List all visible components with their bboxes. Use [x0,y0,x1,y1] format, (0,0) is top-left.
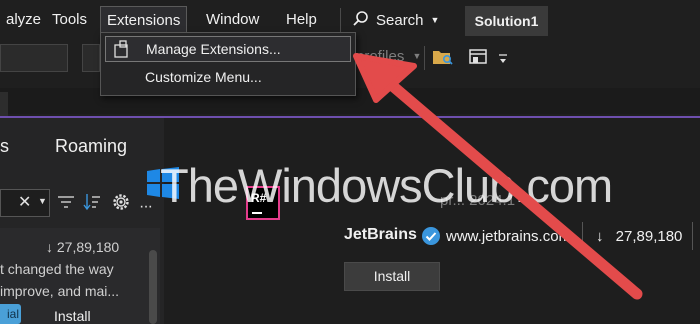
trial-badge: ial [0,304,21,324]
gear-icon[interactable] [111,192,131,216]
install-button-list[interactable]: Install [54,308,91,324]
menu-divider [340,8,341,32]
description-line-2: improve, and mai... [0,283,120,299]
chevron-down-icon[interactable]: ▼ [38,196,47,206]
detail-download-row: ↓ 27,89,180 [596,228,682,245]
window-layout-icon[interactable] [468,47,490,67]
folder-search-icon[interactable] [432,47,454,67]
menu-tools[interactable]: Tools [46,6,93,34]
platform-dropdown[interactable] [82,44,100,72]
profiles-dropdown[interactable]: profiles ▼ [356,48,421,65]
configuration-dropdown[interactable] [0,44,68,72]
download-count: 27,89,180 [56,239,120,255]
menu-window[interactable]: Window [200,6,265,34]
publisher-link[interactable]: www.jetbrains.com [446,228,571,245]
menu-item-customize-menu[interactable]: Customize Menu... [105,65,349,89]
filter-icon[interactable] [58,195,74,213]
menu-item-label: Manage Extensions... [146,41,281,57]
toolbar-divider [424,46,425,70]
download-count-row: ↓ 27,89,180 [46,239,119,255]
chevron-down-icon: ▼ [430,15,440,25]
watermark-text: TheWindowsClub.com [160,159,613,212]
download-icon: ↓ [596,228,604,245]
manage-extensions-icon [114,40,128,58]
menu-help[interactable]: Help [280,6,323,34]
detail-divider [582,222,583,250]
menu-item-label: Customize Menu... [145,69,262,85]
search-button[interactable]: Search ▼ [352,6,439,34]
install-button[interactable]: Install [344,262,440,291]
detail-divider-2 [692,222,693,250]
document-tab[interactable] [0,92,8,116]
extension-detail-pane [164,118,700,324]
detail-download-count: 27,89,180 [615,228,683,245]
solution-badge[interactable]: Solution1 [465,6,548,36]
scrollbar-thumb[interactable] [149,250,157,324]
extensions-menu: Manage Extensions... Customize Menu... [100,32,356,96]
search-icon [353,11,368,26]
profiles-label: profiles [356,48,405,65]
chevron-down-icon: ▼ [412,51,422,61]
search-label: Search [376,12,424,29]
clear-icon[interactable]: ✕ [18,192,31,212]
tab-installed[interactable]: s [0,136,9,157]
toolbar-overflow-icon[interactable] [498,52,508,70]
tab-roaming[interactable]: Roaming [55,136,127,157]
verified-icon [422,227,440,245]
publisher-name: JetBrains [344,226,417,243]
menu-analyze[interactable]: alyze [0,6,47,34]
menu-item-manage-extensions[interactable]: Manage Extensions... [105,36,351,62]
download-icon: ↓ [46,239,53,255]
description-line-1: t changed the way [0,261,114,277]
sort-icon[interactable] [83,193,101,215]
